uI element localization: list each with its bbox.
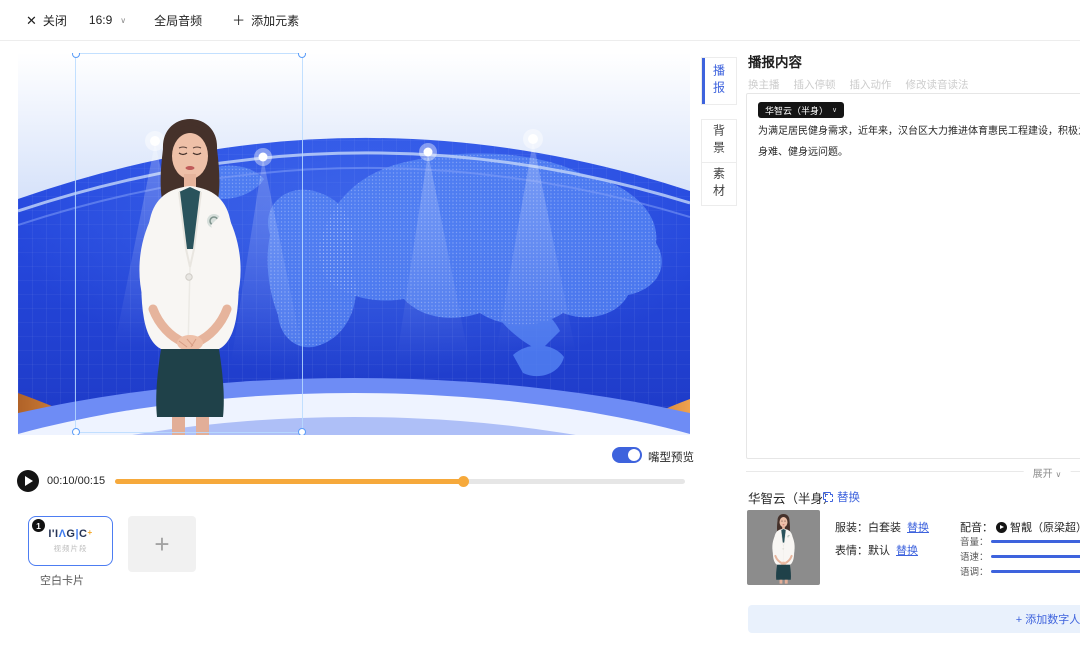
swap-icon [823,492,833,502]
panel-tabs: 播报 背景 素材 [701,57,737,206]
mouth-preview-toggle[interactable] [612,447,642,463]
video-canvas[interactable] [18,53,690,435]
mouth-preview-label: 嘴型预览 [648,449,694,465]
replace-expression-button[interactable]: 替换 [896,545,918,557]
magic-logo: I'IΛG|C+ [29,529,112,540]
script-line: 身难、健身远问题。 [758,142,1080,163]
selection-handle[interactable] [298,428,306,435]
expression-value: 默认 [868,545,890,557]
tab-assets[interactable]: 素材 [701,162,737,206]
panel-title: 播报内容 [748,51,802,71]
global-audio-button[interactable]: 全局音频 [154,12,202,29]
expand-label: 展开 [1033,469,1053,480]
close-label: 关闭 [43,12,67,29]
voice-value: 智靓（原梁超） [1010,519,1080,535]
insert-pause-button[interactable]: 插入停顿 [794,77,836,92]
add-element-button[interactable]: ＋ 添加元素 [232,12,299,29]
speaker-tag-label: 华智云（半身） [765,104,828,117]
speed-slider[interactable] [991,555,1080,558]
close-icon: ✕ [26,14,37,27]
expression-label: 表情： [835,545,868,557]
add-digital-human-button[interactable]: + 添加数字人 [748,605,1080,633]
selection-box[interactable] [75,53,303,433]
tab-broadcast[interactable]: 播报 [701,57,737,105]
add-element-label: 添加元素 [251,12,299,29]
speaker-tag[interactable]: 华智云（半身） ∨ [758,102,844,118]
clip-caption: 空白卡片 [40,572,84,588]
speed-slider-row: 语速： [960,551,1080,561]
speaker-thumbnail[interactable] [747,510,820,585]
progress-bar[interactable] [115,479,685,484]
speed-label: 语速： [960,549,991,563]
outfit-value: 白套装 [868,522,901,534]
outfit-row: 服装：白套装替换 [835,519,929,535]
playback-time: 00:10/00:15 [47,475,105,487]
expand-button[interactable]: 展开 ∨ [1024,465,1071,480]
progress-handle[interactable] [458,476,469,487]
broadcast-panel: 播报内容 换主播 插入停顿 插入动作 修改读音读法 华智云（半身） ∨ 为满足居… [739,41,1080,655]
fix-pronunciation-button[interactable]: 修改读音读法 [906,77,969,92]
chevron-down-icon: ∨ [120,16,126,25]
aspect-ratio-value: 16:9 [89,13,112,27]
play-button[interactable] [17,470,39,492]
volume-slider-row: 音量： [960,536,1080,546]
expression-row: 表情：默认替换 [835,542,918,558]
clip-card[interactable]: 1 I'IΛG|C+ 视频片段 [28,516,113,566]
app-root: ✕ 关闭 16:9 ∨ 全局音频 ＋ 添加元素 [0,0,1080,655]
global-audio-label: 全局音频 [154,12,202,29]
insert-action-button[interactable]: 插入动作 [850,77,892,92]
clip-type-label: 视频片段 [29,543,112,554]
progress-fill [115,479,463,484]
volume-label: 音量： [960,534,991,548]
voice-row: 配音： 智靓（原梁超） [960,519,1080,535]
close-button[interactable]: ✕ 关闭 [26,12,67,29]
plus-icon: ＋ [232,14,245,27]
voice-play-icon[interactable] [996,522,1007,533]
tab-background[interactable]: 背景 [701,119,737,163]
pitch-label: 语调： [960,564,991,578]
editor-toolbar: 换主播 插入停顿 插入动作 修改读音读法 [748,77,969,92]
plus-icon: + [154,531,169,557]
script-editor[interactable]: 华智云（半身） ∨ 为满足居民健身需求，近年来，汉台区大力推进体育惠民工程建设，… [746,93,1080,459]
replace-speaker-label: 替换 [837,489,860,505]
toggle-knob [628,449,640,461]
voice-label: 配音： [960,519,993,535]
selection-handle[interactable] [72,53,80,58]
replace-outfit-button[interactable]: 替换 [907,522,929,534]
chevron-down-icon: ∨ [1055,470,1061,479]
script-line: 为满足居民健身需求，近年来，汉台区大力推进体育惠民工程建设，积极为解决群众健 [758,121,1080,142]
play-icon [25,476,33,486]
pitch-slider-row: 语调： [960,566,1080,576]
speaker-thumbnail-figure [747,510,820,585]
script-text[interactable]: 为满足居民健身需求，近年来，汉台区大力推进体育惠民工程建设，积极为解决群众健 身… [758,121,1080,163]
topbar: ✕ 关闭 16:9 ∨ 全局音频 ＋ 添加元素 [0,0,1080,41]
selection-handle[interactable] [72,428,80,435]
pitch-slider[interactable] [991,570,1080,573]
volume-slider[interactable] [991,540,1080,543]
change-anchor-button[interactable]: 换主播 [748,77,780,92]
replace-speaker-button[interactable]: 替换 [823,489,860,505]
aspect-ratio-select[interactable]: 16:9 ∨ [89,13,126,27]
outfit-label: 服装： [835,522,868,534]
add-clip-card[interactable]: + [128,516,196,572]
chevron-down-icon: ∨ [832,106,837,114]
